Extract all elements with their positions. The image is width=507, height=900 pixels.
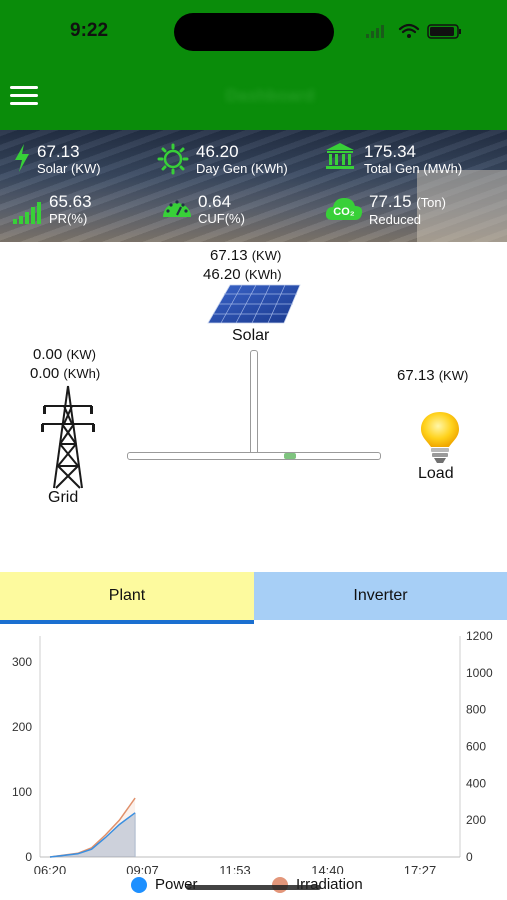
signal-bars-icon (13, 202, 41, 224)
bank-icon (326, 143, 354, 169)
transmission-tower-icon (41, 385, 95, 489)
solar-label: Solar (232, 327, 270, 344)
y-left-tick-label: 100 (12, 785, 32, 799)
grid-label: Grid (48, 489, 79, 506)
co2-cloud-icon: CO₂ (325, 198, 363, 220)
flow-indicator (284, 453, 296, 459)
y-right-tick-label: 200 (466, 813, 486, 827)
load-power-reading: 67.13 (KW) (397, 367, 469, 384)
gauge-icon (163, 200, 191, 217)
dynamic-island (174, 13, 334, 51)
stat-day-gen: 46.20 Day Gen (KWh) (196, 142, 288, 176)
app-header: 9:22 Dashboard (0, 0, 507, 130)
horizontal-bus-pipe (127, 452, 381, 460)
hamburger-menu-icon[interactable] (10, 86, 38, 108)
stat-co2-reduced: 77.15 (Ton) Reduced (369, 192, 446, 227)
y-right-tick-label: 800 (466, 703, 486, 717)
load-label: Load (418, 465, 454, 482)
tab-plant[interactable]: Plant (0, 572, 254, 620)
home-indicator (186, 885, 321, 890)
solar-vertical-pipe (250, 350, 258, 458)
x-tick-label: 09:07 (126, 863, 159, 874)
stat-total-gen: 175.34 Total Gen (MWh) (364, 142, 463, 176)
x-tick-label: 17:27 (404, 863, 437, 874)
y-right-tick-label: 1200 (466, 629, 493, 643)
y-left-tick-label: 300 (12, 655, 32, 669)
stat-pr: 65.63 PR(%) (49, 192, 92, 226)
status-icons (366, 23, 461, 39)
y-right-tick-label: 0 (466, 850, 473, 864)
solar-energy-reading: 46.20 (KWh) (203, 266, 282, 283)
status-time: 9:22 (70, 20, 109, 41)
battery-icon (427, 24, 461, 39)
header-title: Dashboard (225, 86, 315, 105)
light-bulb-icon (421, 412, 459, 463)
stat-cuf: 0.64 CUF(%) (198, 192, 245, 226)
lightning-icon (15, 144, 29, 172)
x-tick-label: 11:53 (219, 863, 251, 874)
x-tick-label: 06:20 (34, 863, 67, 874)
sun-icon (157, 143, 189, 175)
y-left-tick-label: 200 (12, 720, 32, 734)
power-legend-dot (131, 876, 147, 893)
y-right-tick-label: 600 (466, 740, 486, 754)
stat-solar: 67.13 Solar (KW) (37, 142, 101, 176)
view-tabs: Plant Inverter (0, 572, 507, 624)
tab-inverter[interactable]: Inverter (254, 572, 507, 620)
stats-banner: 67.13 Solar (KW) 46.20 Day Gen (KWh) 175… (0, 130, 507, 242)
solar-panel-icon (207, 284, 301, 324)
y-right-tick-label: 400 (466, 776, 486, 790)
grid-energy-reading: 0.00 (KWh) (30, 365, 101, 382)
y-right-tick-label: 1000 (466, 666, 493, 680)
y-left-tick-label: 0 (25, 850, 32, 864)
x-tick-label: 14:40 (311, 863, 344, 874)
svg-text:CO₂: CO₂ (333, 206, 355, 218)
solar-power-reading: 67.13 (KW) (210, 247, 282, 264)
wifi-icon (398, 23, 420, 34)
generation-chart: 0 100 200 300 0 200 400 600 800 1000 1200 06:20 09:0… (12, 629, 493, 874)
cellular-icon (366, 25, 384, 38)
grid-power-reading: 0.00 (KW) (33, 346, 96, 363)
